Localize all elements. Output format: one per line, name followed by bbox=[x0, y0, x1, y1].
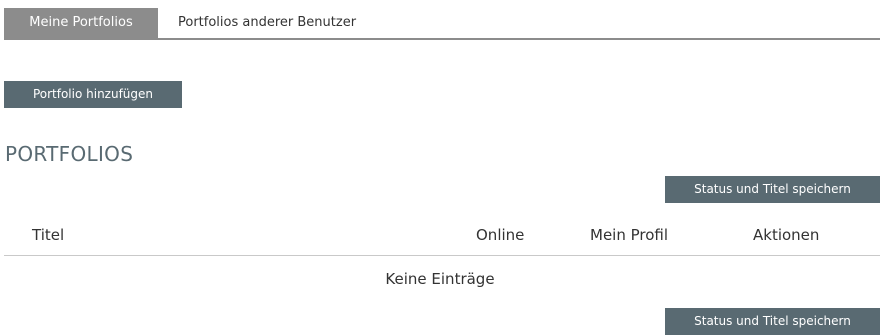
tab-bar: Meine Portfolios Portfolios anderer Benu… bbox=[4, 8, 880, 40]
column-header-titel[interactable]: Titel bbox=[32, 226, 64, 244]
table-header: Titel Online Mein Profil Aktionen bbox=[4, 218, 880, 256]
add-portfolio-button[interactable]: Portfolio hinzufügen bbox=[4, 81, 182, 108]
tab-portfolios-anderer-benutzer[interactable]: Portfolios anderer Benutzer bbox=[165, 8, 369, 38]
section-title: PORTFOLIOS bbox=[5, 142, 134, 166]
column-header-mein-profil[interactable]: Mein Profil bbox=[590, 226, 668, 244]
column-header-online[interactable]: Online bbox=[476, 226, 524, 244]
save-status-title-button-top[interactable]: Status und Titel speichern bbox=[665, 176, 880, 203]
save-status-title-button-bottom[interactable]: Status und Titel speichern bbox=[665, 308, 880, 335]
empty-table-message: Keine Einträge bbox=[385, 270, 495, 288]
column-header-aktionen: Aktionen bbox=[753, 226, 820, 244]
tab-meine-portfolios[interactable]: Meine Portfolios bbox=[4, 8, 158, 38]
